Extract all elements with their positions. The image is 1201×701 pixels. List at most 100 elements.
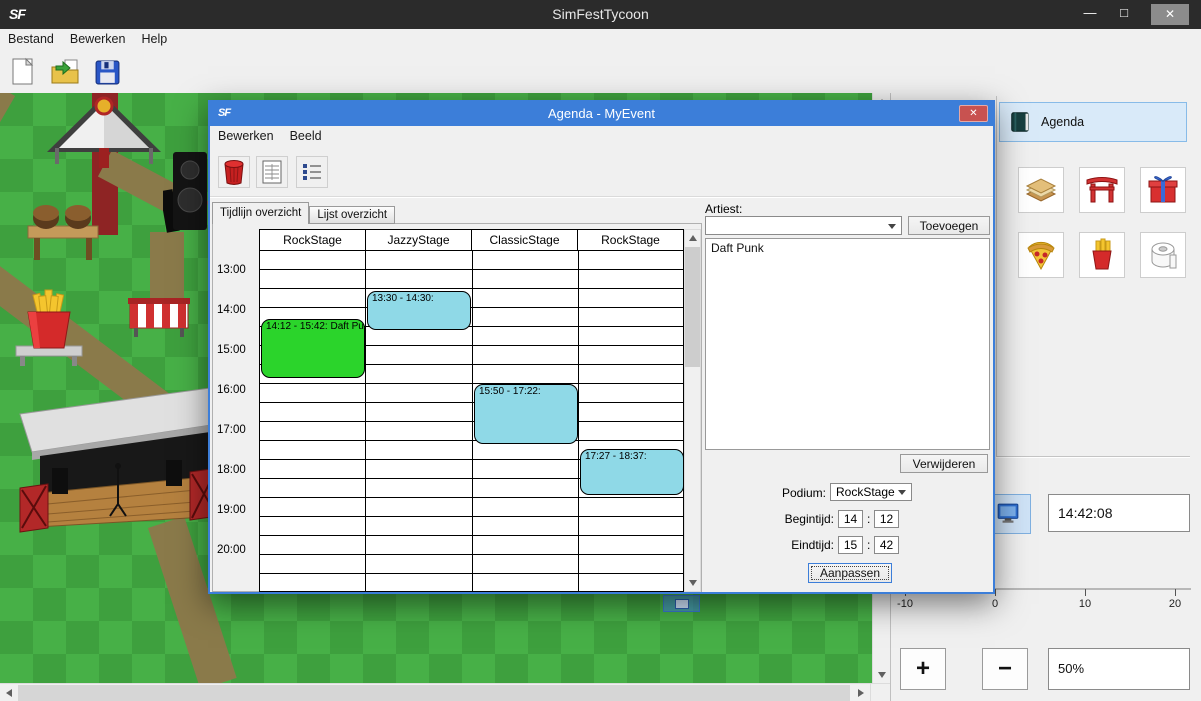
artist-list-item[interactable]: Daft Punk (706, 239, 989, 257)
main-toolbar (0, 50, 1201, 93)
shop-item-pizza[interactable] (1018, 232, 1064, 278)
artist-list[interactable]: Daft Punk (705, 238, 990, 450)
column-header: ClassicStage (472, 230, 578, 250)
slider-tick-label: 20 (1169, 598, 1181, 610)
scroll-right-button[interactable] (852, 684, 870, 701)
schedule-scrollbar[interactable] (684, 229, 701, 592)
chevron-down-icon (888, 224, 896, 229)
toolbar-separator (210, 196, 993, 198)
dialog-menubar: BewerkenBeeld (210, 126, 993, 146)
panel-divider (996, 456, 1190, 458)
arrow-down-icon (878, 672, 886, 682)
timeline-tab-content: 13:0014:0015:0016:0017:0018:0019:0020:00… (212, 223, 702, 592)
schedule-event[interactable]: 17:27 - 18:37: (580, 449, 684, 495)
new-file-icon (9, 57, 37, 87)
fries-icon (1084, 237, 1120, 273)
begin-time-label: Begintijd: (746, 512, 834, 526)
end-time-label: Eindtijd: (746, 538, 834, 552)
time-label: 20:00 (217, 543, 246, 557)
begin-minute-field[interactable] (874, 510, 899, 528)
shop-item-torii-gate[interactable] (1079, 167, 1125, 213)
map-horizontal-scrollbar[interactable] (0, 683, 890, 701)
slider-tick-label: -10 (897, 598, 913, 610)
scrollbar-corner (870, 684, 890, 701)
titlebar: SF SimFestTycoon — □ ✕ (0, 0, 1201, 29)
dialog-title: Agenda - MyEvent (210, 102, 993, 126)
end-minute-field[interactable] (874, 536, 899, 554)
apply-button[interactable]: Aanpassen (808, 563, 892, 583)
time-label: 17:00 (217, 423, 246, 437)
column-header: JazzyStage (366, 230, 472, 250)
grid-header: RockStageJazzyStageClassicStageRockStage (259, 229, 684, 251)
horizontal-scroll-thumb[interactable] (18, 685, 850, 701)
list-view-button[interactable] (296, 156, 328, 188)
scroll-down-button[interactable] (873, 666, 890, 683)
minimize-button[interactable]: — (1077, 0, 1103, 26)
new-file-button[interactable] (4, 53, 42, 91)
schedule-event[interactable]: 13:30 - 14:30: (367, 291, 471, 330)
delete-button[interactable] (218, 156, 250, 188)
zoom-value-display: 50% (1048, 648, 1190, 690)
scroll-left-button[interactable] (0, 684, 18, 701)
time-gutter: 13:0014:0015:0016:0017:0018:0019:0020:00 (213, 229, 259, 592)
grid-column-line (365, 251, 366, 591)
dialog-logo-icon: SF (218, 107, 230, 119)
scroll-up-button[interactable] (685, 230, 700, 246)
end-hour-field[interactable] (838, 536, 863, 554)
add-artist-button[interactable]: Toevoegen (908, 216, 990, 235)
zoom-in-button[interactable]: + (900, 648, 946, 690)
time-label: 13:00 (217, 263, 246, 277)
artist-combobox[interactable] (705, 216, 902, 235)
main-menubar: BestandBewerkenHelp (0, 29, 1201, 50)
shop-item-gift[interactable] (1140, 167, 1186, 213)
fries-stand[interactable] (12, 288, 86, 366)
menu-bestand[interactable]: Bestand (0, 29, 62, 50)
chevron-down-icon (898, 490, 906, 495)
dialog-close-button[interactable]: ✕ (959, 105, 988, 122)
tab-tijdlijn-overzicht[interactable]: Tijdlijn overzicht (212, 202, 309, 224)
schedule-event[interactable]: 14:12 - 15:42: Daft Punk (261, 319, 365, 378)
scroll-down-button[interactable] (685, 575, 700, 591)
report-view-button[interactable] (256, 156, 288, 188)
time-label: 18:00 (217, 463, 246, 477)
schedule-grid[interactable]: 14:12 - 15:42: Daft Punk13:30 - 14:30: 15… (259, 251, 684, 592)
path (0, 93, 15, 158)
time-separator: : (867, 512, 870, 526)
remove-artist-button[interactable]: Verwijderen (900, 454, 988, 473)
save-icon (94, 59, 121, 86)
podium-combobox-value: RockStage (836, 485, 895, 499)
pizza-icon (1023, 237, 1059, 273)
shop-item-sandwich[interactable] (1018, 167, 1064, 213)
schedule-event[interactable]: 15:50 - 17:22: (474, 384, 578, 444)
grill-stand[interactable] (26, 198, 100, 262)
tab-lijst-overzicht[interactable]: Lijst overzicht (309, 206, 395, 224)
arrow-left-icon (2, 689, 12, 697)
market-stall[interactable] (128, 296, 190, 338)
save-button[interactable] (88, 53, 126, 91)
vertical-scroll-thumb[interactable] (685, 247, 700, 367)
tent[interactable] (45, 94, 163, 186)
open-file-button[interactable] (46, 53, 84, 91)
dialog-menu-beeld[interactable]: Beeld (282, 126, 330, 147)
path (150, 232, 184, 304)
torii-gate-icon (1084, 172, 1120, 208)
podium-combobox[interactable]: RockStage (830, 483, 912, 501)
zoom-out-button[interactable]: − (982, 648, 1028, 690)
main-stage[interactable] (18, 376, 220, 538)
open-folder-icon (50, 58, 80, 86)
menu-help[interactable]: Help (133, 29, 175, 50)
close-button[interactable]: ✕ (1151, 4, 1189, 25)
slider-tick-label: 0 (992, 598, 998, 610)
artist-label: Artiest: (705, 202, 742, 216)
slider-tick (1085, 589, 1086, 596)
maximize-button[interactable]: □ (1111, 0, 1137, 26)
gift-icon (1145, 172, 1181, 208)
shop-item-fries[interactable] (1079, 232, 1125, 278)
agenda-list-item[interactable]: Agenda (999, 102, 1187, 142)
dialog-menu-bewerken[interactable]: Bewerken (210, 126, 282, 147)
menu-bewerken[interactable]: Bewerken (62, 29, 134, 50)
arrow-down-icon (689, 580, 697, 590)
begin-hour-field[interactable] (838, 510, 863, 528)
column-header: RockStage (260, 230, 366, 250)
shop-item-toilet-paper[interactable] (1140, 232, 1186, 278)
